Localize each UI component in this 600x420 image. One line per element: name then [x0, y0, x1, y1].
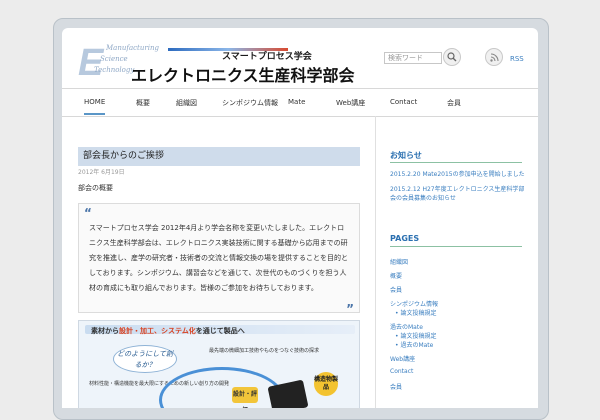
- nav-item-mate[interactable]: Mate: [288, 98, 305, 106]
- sidebar-pages-rule: [390, 246, 522, 247]
- banner-product-badge: 構造物製品: [314, 372, 338, 396]
- nav-item-organization[interactable]: 組織図: [176, 98, 197, 108]
- rss-icon: [490, 53, 499, 62]
- post-date: 2012年 6月19日: [78, 169, 125, 176]
- sidebar-subpage-3-label: 過去のMate: [400, 342, 434, 349]
- search-input[interactable]: 検索ワード: [384, 52, 442, 64]
- post-title[interactable]: 部会長からのご挨拶: [78, 147, 360, 166]
- site-logo[interactable]: E Manufacturing Science Technology スマートプ…: [76, 42, 355, 86]
- banner-orbit-shape: [159, 367, 285, 408]
- sidebar-page-symposium[interactable]: シンポジウム情報: [390, 299, 438, 308]
- logo-word-science: Science: [100, 55, 128, 63]
- nav-item-home[interactable]: HOME: [84, 98, 106, 115]
- sidebar-page-contact[interactable]: Contact: [390, 368, 413, 375]
- sidebar-news-rule: [390, 162, 522, 163]
- banner-note-1: 最先端の微細加工技術やものをつなぐ技術の探求: [209, 348, 320, 354]
- sidebar-page-overview[interactable]: 概要: [390, 271, 402, 280]
- sidebar-subpage-1-label: 論文投稿規定: [400, 310, 437, 317]
- quote-text: スマートプロセス学会 2012年4月より学会名称を変更いたしました。エレクトロニ…: [89, 224, 348, 292]
- post-lead: 部会の概要: [78, 184, 113, 192]
- concept-banner-image: 素材から設計・加工、システム化を通じて製品へ どのようにして創るか？ 最先端の微…: [78, 320, 360, 408]
- logo-word-manufacturing: Manufacturing: [106, 44, 159, 52]
- search-icon: [447, 52, 457, 62]
- sidebar-subpage-2-label: 論文投稿規定: [400, 333, 437, 340]
- search-button[interactable]: [443, 48, 461, 66]
- post-quote: “ スマートプロセス学会 2012年4月より学会名称を変更いたしました。エレクト…: [78, 203, 360, 316]
- sidebar-news-item-2[interactable]: 2015.2.12 H27年度エレクトロニクス生産科学部会の会員募集のお知らせ: [390, 185, 526, 203]
- nav-item-members[interactable]: 会員: [447, 98, 461, 108]
- banner-headline-suffix: を通じて製品へ: [195, 327, 245, 335]
- page-container: E Manufacturing Science Technology スマートプ…: [62, 28, 538, 408]
- banner-eval-label: 設計・評価: [232, 387, 258, 408]
- logo-division-name: エレクトロニクス生産科学部会: [131, 66, 355, 85]
- logo-word-technology: Technology: [94, 66, 135, 74]
- nav-item-overview[interactable]: 概要: [136, 98, 150, 108]
- banner-headline-prefix: 素材から: [91, 327, 119, 335]
- sidebar-page-web-course[interactable]: Web講座: [390, 354, 415, 363]
- sidebar-page-members[interactable]: 会員: [390, 285, 402, 294]
- sidebar-page-past-mate[interactable]: 過去のMate: [390, 322, 423, 331]
- column-divider: [375, 116, 376, 408]
- logo-society-name: スマートプロセス学会: [222, 52, 312, 62]
- nav-item-symposium[interactable]: シンポジウム情報: [222, 98, 278, 108]
- sidebar-page-organization[interactable]: 組織図: [390, 257, 408, 266]
- sidebar-page-members-2[interactable]: 会員: [390, 382, 402, 391]
- nav-item-web-course[interactable]: Web講座: [336, 98, 365, 108]
- banner-bubble: どのようにして創るか？: [113, 345, 177, 373]
- rss-button[interactable]: [485, 48, 503, 66]
- banner-headline-highlight: 設計・加工、システム化: [119, 327, 196, 335]
- sidebar-subpage-1[interactable]: • 論文投稿規定: [395, 308, 436, 317]
- banner-headline: 素材から設計・加工、システム化を通じて製品へ: [91, 326, 245, 336]
- main-nav: HOME 概要 組織図 シンポジウム情報 Mate Web講座 Contact …: [62, 88, 538, 117]
- sidebar-subpage-2[interactable]: • 論文投稿規定: [395, 331, 436, 340]
- sidebar-news-heading: お知らせ: [390, 151, 422, 160]
- quote-close-icon: ”: [346, 302, 354, 316]
- quote-open-icon: “: [84, 206, 92, 220]
- sidebar-news-item-1[interactable]: 2015.2.20 Mate2015の参加申込を開始しました: [390, 170, 526, 179]
- sidebar-subpage-3[interactable]: • 過去のMate: [395, 340, 433, 349]
- nav-item-contact[interactable]: Contact: [390, 98, 417, 106]
- sidebar-pages-heading: PAGES: [390, 234, 420, 243]
- rss-link[interactable]: RSS: [510, 55, 524, 63]
